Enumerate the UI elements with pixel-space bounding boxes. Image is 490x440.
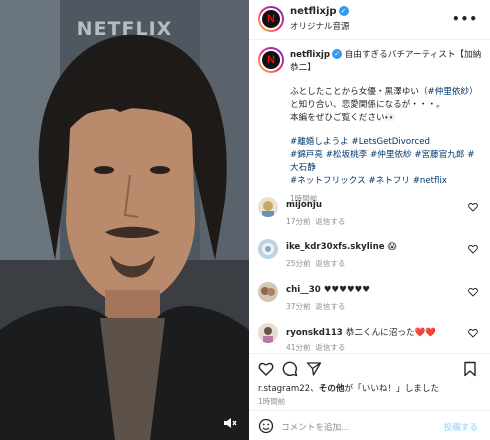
comment-item: ike_kdr30xfs.skyline 😱 25分前 返信する bbox=[249, 239, 490, 279]
caption-para-c: 本編をぜひご覧ください👀 bbox=[290, 113, 396, 123]
speaker-icon bbox=[224, 418, 237, 428]
commenter-avatar[interactable] bbox=[258, 282, 278, 302]
comment-time: 37分前 bbox=[286, 302, 311, 311]
emoji-icon[interactable] bbox=[258, 418, 274, 434]
action-bar bbox=[249, 353, 490, 379]
commenter-username[interactable]: chi__30 bbox=[286, 285, 321, 295]
likes-suffix: が「いいね！」しました bbox=[344, 384, 440, 394]
commenter-avatar[interactable] bbox=[258, 197, 278, 217]
reply-button[interactable]: 返信する bbox=[315, 259, 345, 268]
hashtags-line2[interactable]: #錦戸亮 #松坂桃李 #仲里依紗 #宮藤官九郎 #大石静 bbox=[290, 150, 474, 173]
save-bookmark-icon[interactable] bbox=[462, 361, 478, 377]
more-options-icon[interactable]: ••• bbox=[452, 12, 478, 26]
commenter-avatar[interactable] bbox=[258, 323, 278, 343]
likes-others[interactable]: その他 bbox=[319, 384, 345, 394]
like-comment-heart-icon[interactable] bbox=[468, 287, 478, 297]
verified-badge-icon: ✓ bbox=[332, 49, 343, 59]
comment-time: 25分前 bbox=[286, 259, 311, 268]
caption: N netflixjp ✓ 自由すぎるバチアーティスト【加納恭二】 ふとしたことか… bbox=[249, 40, 490, 203]
comment-bubble-icon[interactable] bbox=[282, 361, 298, 377]
like-comment-heart-icon[interactable] bbox=[468, 244, 478, 254]
caption-avatar[interactable]: N bbox=[258, 47, 284, 73]
caption-para-a: ふとしたことから女優・黒澤ゆい（ bbox=[290, 87, 428, 97]
mute-toggle[interactable] bbox=[221, 414, 239, 432]
commenter-username[interactable]: mijonju bbox=[286, 200, 322, 210]
commenter-username[interactable]: ike_kdr30xfs.skyline bbox=[286, 242, 385, 252]
caption-text: netflixjp ✓ 自由すぎるバチアーティスト【加納恭二】 ふとしたことから女… bbox=[290, 49, 482, 205]
verified-badge-icon: ✓ bbox=[338, 6, 349, 16]
netflix-watermark: NETFLIX bbox=[76, 18, 173, 40]
author-avatar[interactable]: N bbox=[258, 6, 284, 32]
video-frame bbox=[0, 0, 249, 440]
likes-prefix: r.stagram22、 bbox=[258, 384, 319, 394]
caption-username[interactable]: netflixjp bbox=[290, 50, 330, 60]
post-comment-button[interactable]: 投稿する bbox=[444, 421, 478, 433]
likes-summary[interactable]: r.stagram22、その他が「いいね！」しました bbox=[258, 382, 439, 394]
netflix-logo-icon: N bbox=[267, 54, 275, 66]
add-comment-bar: コメントを追加... 投稿する bbox=[249, 410, 490, 440]
post-time: 1時間前 bbox=[258, 397, 286, 406]
hashtags-line3[interactable]: #ネットフリックス #ネトフリ #netflix bbox=[290, 176, 447, 186]
hashtags-line1[interactable]: #離婚しようよ #LetsGetDivorced bbox=[290, 137, 430, 147]
reply-button[interactable]: 返信する bbox=[315, 302, 345, 311]
netflix-logo-icon: N bbox=[267, 13, 275, 25]
author-username[interactable]: netflixjp ✓ bbox=[290, 6, 349, 17]
like-comment-heart-icon[interactable] bbox=[468, 328, 478, 338]
post-header: N netflixjp ✓ オリジナル音源 ••• bbox=[249, 0, 490, 40]
commenter-username[interactable]: ryonskd113 bbox=[286, 328, 343, 338]
share-send-icon[interactable] bbox=[306, 361, 322, 377]
reel-video[interactable]: NETFLIX bbox=[0, 0, 249, 440]
hashtag-link[interactable]: #仲里依紗 bbox=[428, 87, 470, 97]
comment-text: 恭二くんに沼った❤️❤️ bbox=[345, 328, 436, 338]
comment-text: 😱 bbox=[387, 242, 397, 252]
like-comment-heart-icon[interactable] bbox=[468, 202, 478, 212]
comment-time: 17分前 bbox=[286, 217, 311, 226]
comment-text: ♥♥♥♥♥♥ bbox=[323, 285, 370, 295]
comment-item: chi__30 ♥♥♥♥♥♥ 37分前 返信する bbox=[249, 282, 490, 322]
like-heart-icon[interactable] bbox=[258, 361, 274, 377]
comment-item: mijonju 17分前 返信する bbox=[249, 197, 490, 237]
post-panel: N netflixjp ✓ オリジナル音源 ••• N netflixjp ✓ 自由… bbox=[249, 0, 490, 440]
commenter-avatar[interactable] bbox=[258, 239, 278, 259]
audio-label[interactable]: オリジナル音源 bbox=[290, 20, 350, 32]
comment-input[interactable]: コメントを追加... bbox=[281, 421, 349, 433]
author-username-text[interactable]: netflixjp bbox=[290, 6, 337, 17]
reply-button[interactable]: 返信する bbox=[315, 217, 345, 226]
reply-button[interactable]: 返信する bbox=[315, 343, 345, 352]
comment-time: 41分前 bbox=[286, 343, 311, 352]
